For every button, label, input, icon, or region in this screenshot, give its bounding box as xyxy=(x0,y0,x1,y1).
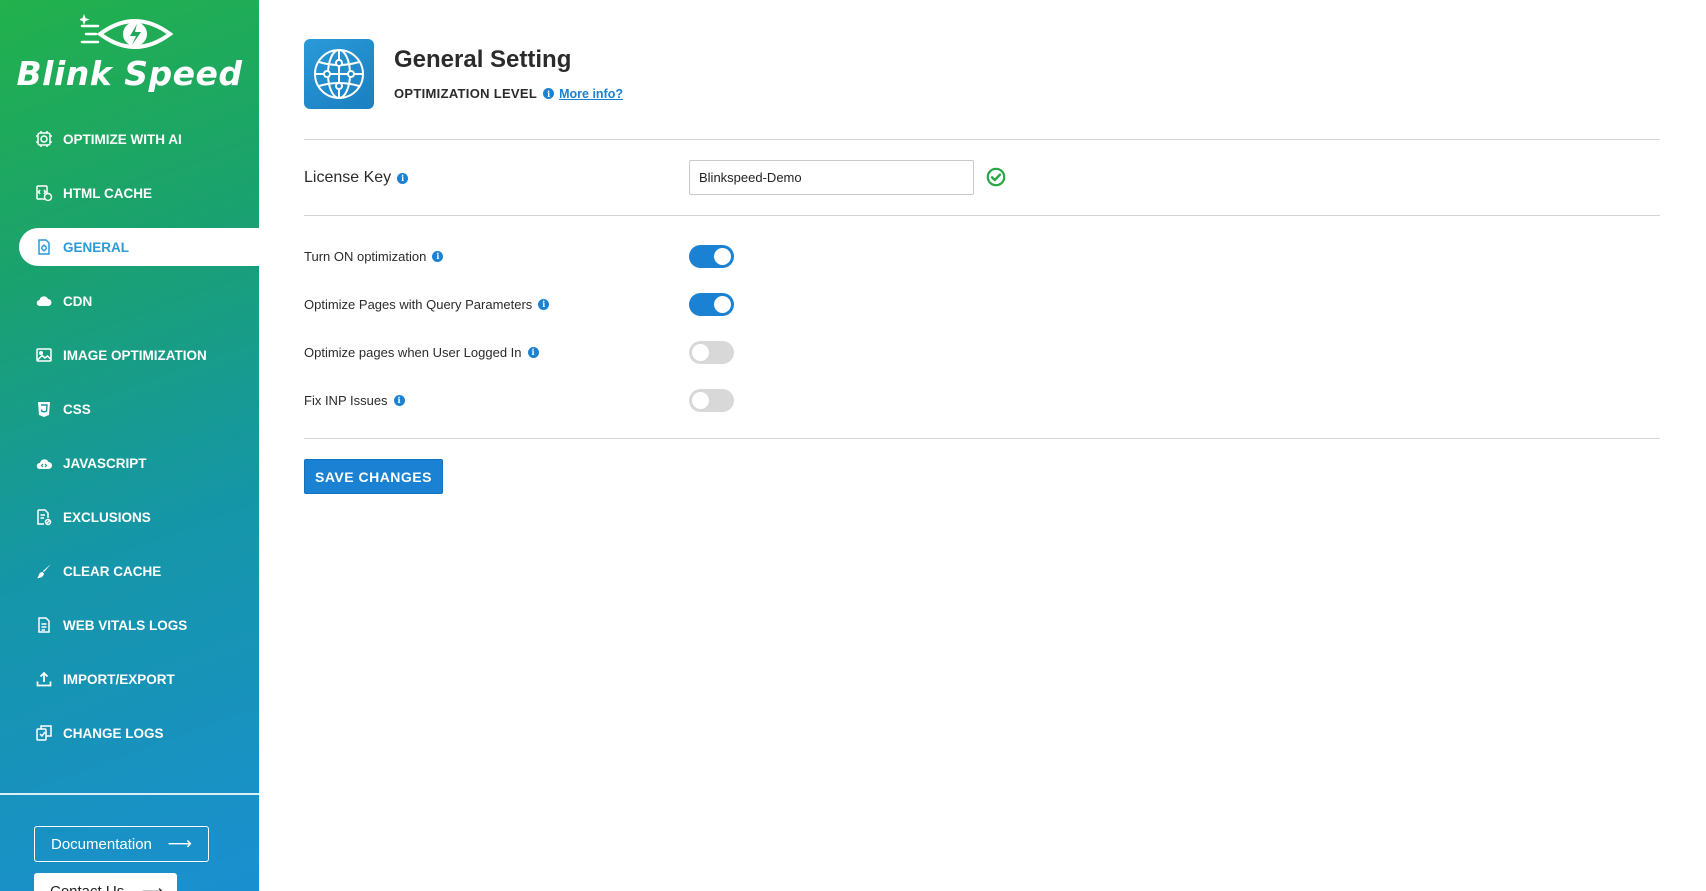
sidebar-item-image-optimization[interactable]: IMAGE OPTIMIZATION xyxy=(19,336,259,374)
license-key-row-label: License Key i xyxy=(304,169,409,187)
eye-bolt-logo-icon xyxy=(80,14,174,49)
check-circle-icon xyxy=(986,167,1006,187)
toggle-turn-on-optimization[interactable] xyxy=(689,245,734,268)
more-info-link[interactable]: More info? xyxy=(559,87,623,101)
sidebar-nav: OPTIMIZE WITH AI HTML CACHE GENERAL CDN IMAG… xyxy=(0,120,259,768)
divider xyxy=(304,438,1660,439)
sidebar-item-label: GENERAL xyxy=(63,239,130,255)
sidebar: Blink Speed OPTIMIZE WITH AI HTML CACHE GE… xyxy=(0,0,259,891)
log-document-icon xyxy=(35,616,53,634)
option-label: Fix INP Issues xyxy=(304,392,388,408)
sidebar-item-label: EXCLUSIONS xyxy=(63,509,151,525)
toggle-knob xyxy=(714,296,731,313)
divider xyxy=(304,215,1660,216)
change-log-icon xyxy=(35,724,53,742)
info-icon[interactable]: i xyxy=(393,394,405,406)
toggle-optimize-pages-when-user-logged-in[interactable] xyxy=(689,341,734,364)
sidebar-item-label: OPTIMIZE WITH AI xyxy=(63,131,182,147)
cloud-code-icon xyxy=(35,454,53,472)
brush-icon xyxy=(35,562,53,580)
sidebar-item-label: CLEAR CACHE xyxy=(63,563,162,579)
sidebar-item-label: HTML CACHE xyxy=(63,185,152,201)
upload-icon xyxy=(35,670,53,688)
sidebar-item-general[interactable]: GENERAL xyxy=(19,228,259,266)
brand-logo[interactable]: Blink Speed xyxy=(0,0,259,110)
sidebar-item-css[interactable]: CSS xyxy=(19,390,259,428)
option-label: Turn ON optimization xyxy=(304,248,427,264)
arrow-right-icon: ⟶ xyxy=(167,834,192,853)
sidebar-item-html-cache[interactable]: HTML CACHE xyxy=(19,174,259,212)
save-changes-button[interactable]: SAVE CHANGES xyxy=(304,459,443,494)
sidebar-item-label: JAVASCRIPT xyxy=(63,455,147,471)
sidebar-item-label: IMPORT/EXPORT xyxy=(63,671,175,687)
exclusion-document-icon xyxy=(35,508,53,526)
ai-chip-icon xyxy=(35,130,53,148)
optimization-level-label: OPTIMIZATION LEVEL xyxy=(394,86,538,101)
sidebar-item-optimize-with-ai[interactable]: OPTIMIZE WITH AI xyxy=(19,120,259,158)
documentation-button[interactable]: Documentation ⟶ xyxy=(34,826,209,862)
license-key-label: License Key xyxy=(304,169,392,186)
toggle-optimize-pages-with-query-parameters[interactable] xyxy=(689,293,734,316)
sidebar-item-label: CHANGE LOGS xyxy=(63,725,164,741)
css-icon xyxy=(35,400,53,418)
cloud-icon xyxy=(35,292,53,310)
sidebar-item-javascript[interactable]: JAVASCRIPT xyxy=(19,444,259,482)
toggle-fix-inp-issues[interactable] xyxy=(689,389,734,412)
sidebar-item-label: CDN xyxy=(63,293,93,309)
contact-us-button[interactable]: Contact Us ⟶ xyxy=(34,873,177,891)
toggle-knob xyxy=(692,392,709,409)
sidebar-item-label: IMAGE OPTIMIZATION xyxy=(63,347,207,363)
sidebar-item-change-logs[interactable]: CHANGE LOGS xyxy=(19,714,259,752)
info-icon[interactable]: i xyxy=(543,88,555,99)
toggle-knob xyxy=(714,248,731,265)
html-cache-icon xyxy=(35,184,53,202)
info-icon[interactable]: i xyxy=(538,298,550,310)
documentation-label: Documentation xyxy=(51,835,152,853)
contact-us-label: Contact Us xyxy=(50,883,124,891)
globe-network-icon xyxy=(304,39,374,109)
info-icon[interactable]: i xyxy=(527,346,539,358)
optimization-level-heading: OPTIMIZATION LEVEL i More info? xyxy=(394,86,623,101)
license-key-input[interactable] xyxy=(689,160,974,195)
info-icon[interactable]: i xyxy=(432,250,444,262)
option-label: Optimize pages when User Logged In xyxy=(304,344,522,360)
sidebar-item-label: CSS xyxy=(63,401,91,417)
document-gear-icon xyxy=(35,238,53,256)
sidebar-item-import-export[interactable]: IMPORT/EXPORT xyxy=(19,660,259,698)
sidebar-item-label: WEB VITALS LOGS xyxy=(63,617,188,633)
page-title: General Setting xyxy=(394,46,572,73)
toggle-knob xyxy=(692,344,709,361)
option-label: Optimize Pages with Query Parameters xyxy=(304,296,533,312)
main-content: General Setting OPTIMIZATION LEVEL i Mor… xyxy=(259,0,1706,891)
divider xyxy=(304,139,1660,140)
image-icon xyxy=(35,346,53,364)
arrow-right-icon: ⟶ xyxy=(141,882,163,891)
sidebar-item-exclusions[interactable]: EXCLUSIONS xyxy=(19,498,259,536)
sidebar-item-cdn[interactable]: CDN xyxy=(19,282,259,320)
info-icon[interactable]: i xyxy=(397,172,409,184)
sidebar-divider xyxy=(0,793,259,795)
brand-name: Blink Speed xyxy=(16,54,243,93)
sidebar-item-web-vitals-logs[interactable]: WEB VITALS LOGS xyxy=(19,606,259,644)
sidebar-item-clear-cache[interactable]: CLEAR CACHE xyxy=(19,552,259,590)
